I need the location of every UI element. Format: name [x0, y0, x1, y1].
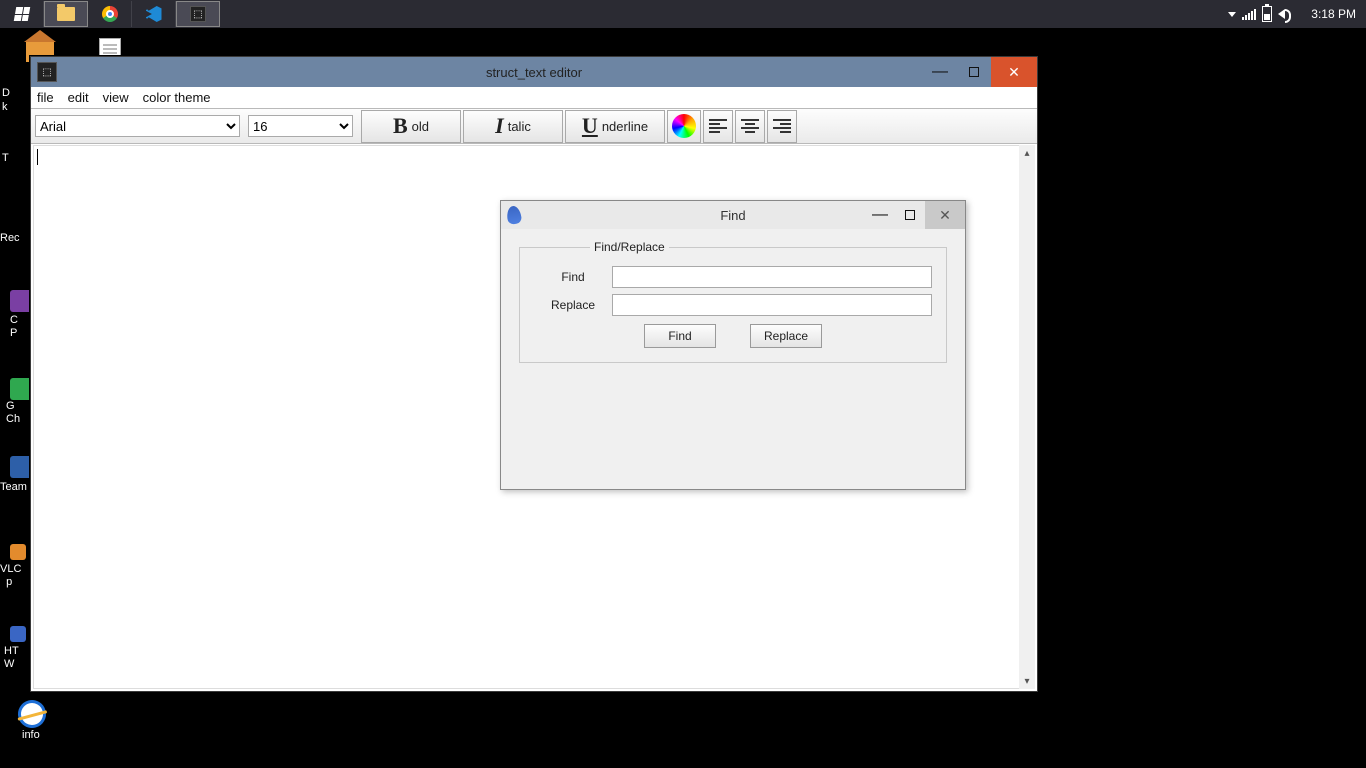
underline-button[interactable]: Underline [565, 110, 665, 143]
start-button[interactable] [0, 1, 44, 27]
taskbar-app-chrome[interactable] [88, 1, 132, 27]
windows-logo-icon [13, 7, 29, 21]
editor-title: struct_text editor [31, 65, 1037, 80]
taskbar-app-editor[interactable]: ⬚ [176, 1, 220, 27]
ie-icon [15, 697, 49, 731]
app-icon [10, 378, 32, 400]
app-icon: ⬚ [37, 62, 57, 82]
color-button[interactable] [667, 110, 701, 143]
align-center-button[interactable] [735, 110, 765, 143]
app-icon [10, 456, 32, 478]
app-icon [10, 544, 26, 560]
vscode-icon [146, 6, 162, 22]
app-icon [10, 626, 26, 642]
replace-label: Replace [534, 298, 612, 312]
menu-file[interactable]: file [37, 90, 54, 105]
find-label: Find [534, 270, 612, 284]
align-left-icon [709, 119, 727, 133]
desktop-icon-fragment[interactable] [10, 544, 26, 560]
menu-edit[interactable]: edit [68, 90, 89, 105]
find-button[interactable]: Find [644, 324, 716, 348]
desktop-label-fragment: HTW [4, 645, 19, 671]
taskbar-clock[interactable]: 3:18 PM [1311, 7, 1356, 21]
colorwheel-icon [672, 114, 696, 138]
chrome-icon [102, 6, 118, 22]
scroll-up-icon[interactable]: ▴ [1019, 145, 1035, 161]
align-left-button[interactable] [703, 110, 733, 143]
align-right-button[interactable] [767, 110, 797, 143]
desktop-icon-fragment[interactable] [10, 290, 30, 310]
desktop-label-fragment: Team [0, 481, 27, 493]
text-cursor [37, 149, 38, 165]
find-dialog: Find — ✕ Find/Replace Find Replace Find … [500, 200, 966, 490]
minimize-button[interactable]: — [923, 57, 957, 87]
italic-button[interactable]: Italic [463, 110, 563, 143]
close-button[interactable]: ✕ [991, 57, 1037, 87]
font-family-select[interactable]: Arial [35, 115, 240, 137]
tray-chevron-icon[interactable] [1228, 12, 1236, 17]
taskbar: ⬚ 3:18 PM [0, 0, 1366, 28]
desktop-icon-fragment[interactable] [10, 456, 30, 476]
desktop-icon-fragment[interactable] [10, 626, 26, 642]
scroll-down-icon[interactable]: ▾ [1019, 673, 1035, 689]
find-close-button[interactable]: ✕ [925, 201, 965, 229]
menu-view[interactable]: view [103, 90, 129, 105]
find-titlebar[interactable]: Find — ✕ [501, 201, 965, 229]
network-icon[interactable] [1242, 8, 1256, 20]
desktop-icon-fragment[interactable] [10, 378, 30, 398]
taskbar-app-explorer[interactable] [44, 1, 88, 27]
find-replace-group: Find/Replace Find Replace Find Replace [519, 247, 947, 363]
folder-icon [57, 7, 75, 21]
underline-icon: U [582, 113, 598, 139]
font-size-select[interactable]: 16 [248, 115, 353, 137]
find-replace-legend: Find/Replace [590, 240, 669, 254]
bold-icon: B [393, 113, 408, 139]
bold-button[interactable]: Bold [361, 110, 461, 143]
desktop-label-fragment: T [2, 152, 9, 164]
align-center-icon [741, 119, 759, 133]
desktop-icon-ie[interactable] [18, 700, 46, 728]
find-maximize-button[interactable] [895, 201, 925, 229]
tk-feather-icon [506, 205, 522, 225]
battery-icon[interactable] [1262, 6, 1272, 22]
italic-icon: I [495, 113, 504, 139]
find-minimize-button[interactable]: — [865, 201, 895, 229]
taskbar-app-vscode[interactable] [132, 1, 176, 27]
desktop-label-fragment: CP [10, 314, 18, 340]
editor-titlebar[interactable]: ⬚ struct_text editor — ✕ [31, 57, 1037, 87]
maximize-button[interactable] [957, 57, 991, 87]
desktop-label-info: info [22, 729, 40, 741]
vertical-scrollbar[interactable]: ▴ ▾ [1019, 145, 1035, 689]
align-right-icon [773, 119, 791, 133]
replace-input[interactable] [612, 294, 932, 316]
desktop-label-fragment: GCh [6, 400, 20, 426]
editor-menubar: file edit view color theme [31, 87, 1037, 109]
desktop-label-fragment: Rec [0, 232, 20, 244]
volume-icon[interactable] [1278, 9, 1285, 19]
find-input[interactable] [612, 266, 932, 288]
replace-button[interactable]: Replace [750, 324, 822, 348]
desktop-label-fragment: VLC p [0, 563, 21, 589]
menu-color-theme[interactable]: color theme [143, 90, 211, 105]
app-icon: ⬚ [190, 6, 206, 22]
editor-toolbar: Arial 16 Bold Italic Underline [31, 109, 1037, 144]
app-icon [10, 290, 32, 312]
